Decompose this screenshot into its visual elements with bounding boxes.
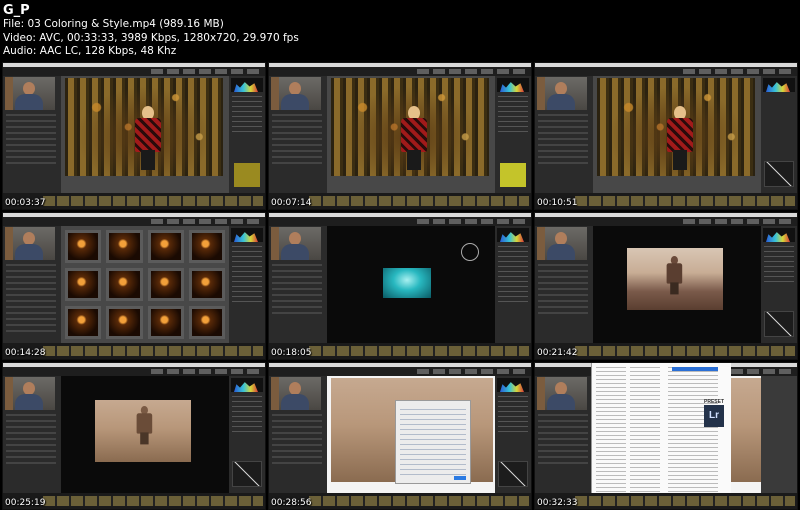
webcam-overlay xyxy=(271,227,321,260)
subject-figure xyxy=(665,106,695,172)
image-area xyxy=(593,226,761,343)
audio-info: Audio: AAC LC, 128 Kbps, 48 Khz xyxy=(3,45,177,57)
histogram xyxy=(763,78,795,92)
webcam-overlay xyxy=(537,377,587,410)
webcam-overlay xyxy=(537,227,587,260)
thumbnail-4[interactable]: 00:14:28 xyxy=(2,212,266,360)
image-area xyxy=(593,76,761,193)
tone-curve xyxy=(764,161,794,187)
webcam-overlay xyxy=(271,77,321,110)
header-title: G_P xyxy=(3,3,30,18)
thumbnail-6[interactable]: 00:21:42 xyxy=(534,212,798,360)
subject-figure xyxy=(399,106,429,172)
file-info: File: 03 Coloring & Style.mp4 (989.16 MB… xyxy=(3,18,224,30)
tone-curve xyxy=(764,311,794,337)
image-area xyxy=(61,76,229,193)
webcam-overlay xyxy=(5,377,55,410)
timestamp: 00:07:14 xyxy=(271,198,312,208)
thumbnail-1[interactable]: 00:03:37 xyxy=(2,62,266,210)
image-area xyxy=(327,376,495,493)
timestamp: 00:21:42 xyxy=(537,348,578,358)
thumbnail-8[interactable]: 00:28:56 xyxy=(268,362,532,510)
cursor-circle xyxy=(461,243,479,261)
webcam-overlay xyxy=(271,377,321,410)
timestamp: 00:03:37 xyxy=(5,198,46,208)
right-panel xyxy=(229,76,265,193)
timestamp: 00:25:19 xyxy=(5,498,46,508)
finder-window[interactable]: PRESET Lr xyxy=(591,363,731,509)
tone-curve xyxy=(498,461,528,487)
teal-image xyxy=(383,268,431,298)
image-area xyxy=(327,226,495,343)
histogram xyxy=(497,378,529,392)
thumbnail-2[interactable]: 00:07:14 xyxy=(268,62,532,210)
image-area xyxy=(61,376,229,493)
webcam-overlay xyxy=(5,77,55,110)
subject-figure xyxy=(136,406,153,445)
lightroom-icon[interactable]: Lr xyxy=(704,405,724,427)
color-swatch xyxy=(500,163,526,187)
tone-curve xyxy=(232,461,262,487)
timestamp: 00:32:33 xyxy=(537,498,578,508)
module-bar xyxy=(3,67,265,76)
subject-figure xyxy=(666,256,683,295)
histogram xyxy=(763,228,795,242)
webcam-overlay xyxy=(537,77,587,110)
histogram xyxy=(231,378,263,392)
library-grid-view xyxy=(61,226,229,343)
thumbnail-5[interactable]: 00:18:05 xyxy=(268,212,532,360)
export-dialog[interactable] xyxy=(395,400,471,484)
histogram xyxy=(497,228,529,242)
left-panel xyxy=(3,76,61,193)
histogram xyxy=(497,78,529,92)
timestamp: 00:18:05 xyxy=(271,348,312,358)
thumbnail-grid: 00:03:37 00:07:14 00:10:51 00:14:28 00:1… xyxy=(0,60,800,510)
timestamp: 00:28:56 xyxy=(271,498,312,508)
thumbnail-7[interactable]: 00:25:19 xyxy=(2,362,266,510)
timestamp: 00:14:28 xyxy=(5,348,46,358)
thumbnail-3[interactable]: 00:10:51 xyxy=(534,62,798,210)
webcam-overlay xyxy=(5,227,55,260)
subject-figure xyxy=(133,106,163,172)
video-info: Video: AVC, 00:33:33, 3989 Kbps, 1280x72… xyxy=(3,31,299,44)
histogram xyxy=(231,228,263,242)
timestamp: 00:10:51 xyxy=(537,198,578,208)
color-swatch xyxy=(234,163,260,187)
thumbnail-9[interactable]: PRESET Lr 00:32:33 xyxy=(534,362,798,510)
histogram xyxy=(231,78,263,92)
image-area xyxy=(327,76,495,193)
selected-folder[interactable] xyxy=(672,367,718,371)
dialog-ok-button[interactable] xyxy=(454,476,466,480)
video-info-header: G_P File: 03 Coloring & Style.mp4 (989.1… xyxy=(3,0,797,58)
